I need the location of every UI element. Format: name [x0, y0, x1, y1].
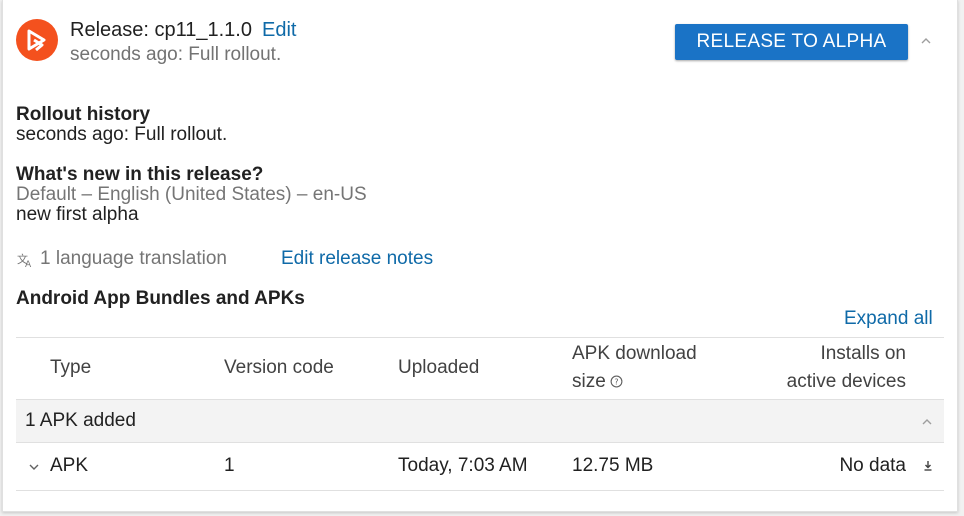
release-title-text: Release: cp11_1.1.0 — [70, 19, 252, 41]
cell-uploaded: Today, 7:03 AM — [398, 455, 528, 476]
table-header: Type Version code Uploaded APK download … — [16, 337, 944, 399]
apk-group-label: 1 APK added — [25, 410, 136, 431]
release-title: Release: cp11_1.1.0 Edit — [70, 19, 296, 42]
column-apk-size-line2-text: size — [572, 371, 606, 392]
play-release-icon — [16, 19, 58, 61]
column-uploaded: Uploaded — [398, 357, 480, 378]
rollout-history-heading: Rollout history — [16, 104, 151, 125]
release-to-alpha-button[interactable]: RELEASE TO ALPHA — [675, 24, 908, 60]
svg-text:?: ? — [614, 377, 618, 386]
chevron-up-icon[interactable] — [918, 413, 936, 431]
chevron-down-icon[interactable] — [27, 460, 41, 474]
bundles-table: Type Version code Uploaded APK download … — [16, 337, 944, 491]
bundles-heading: Android App Bundles and APKs — [16, 288, 305, 309]
column-installs-line2: active devices — [786, 371, 906, 392]
column-apk-size-line1: APK download — [572, 343, 697, 364]
svg-text:A: A — [25, 260, 32, 268]
column-installs: Installs on active devices — [787, 340, 906, 396]
cell-type: APK — [50, 455, 89, 476]
column-version-code: Version code — [224, 357, 334, 378]
cell-installs: No data — [839, 455, 906, 476]
expand-all-link[interactable]: Expand all — [844, 308, 933, 330]
cell-size: 12.75 MB — [572, 455, 654, 476]
chevron-up-icon[interactable] — [917, 32, 935, 50]
translate-icon: 文 A — [17, 252, 32, 268]
release-subtitle: seconds ago: Full rollout. — [70, 44, 282, 65]
table-row[interactable]: APK 1 Today, 7:03 AM 12.75 MB No data — [16, 443, 944, 491]
whats-new-locale: Default – English (United States) – en-U… — [16, 184, 367, 205]
column-apk-size: APK download size? — [572, 340, 697, 396]
help-circle-icon[interactable]: ? — [610, 375, 623, 388]
column-installs-line1: Installs on — [820, 343, 906, 364]
edit-release-notes-link[interactable]: Edit release notes — [281, 248, 433, 270]
edit-release-link[interactable]: Edit — [262, 19, 296, 41]
column-type: Type — [50, 357, 92, 378]
column-apk-size-line2: size? — [572, 368, 697, 396]
whats-new-notes: new first alpha — [16, 204, 139, 225]
whats-new-heading: What's new in this release? — [16, 164, 264, 185]
apk-group-row[interactable]: 1 APK added — [16, 399, 944, 443]
rollout-history-text: seconds ago: Full rollout. — [16, 124, 228, 145]
release-card: Release: cp11_1.1.0 Edit seconds ago: Ful… — [2, 0, 958, 512]
cell-version-code: 1 — [224, 455, 235, 476]
language-translation-count[interactable]: 1 language translation — [40, 248, 227, 270]
download-icon[interactable] — [921, 459, 935, 473]
